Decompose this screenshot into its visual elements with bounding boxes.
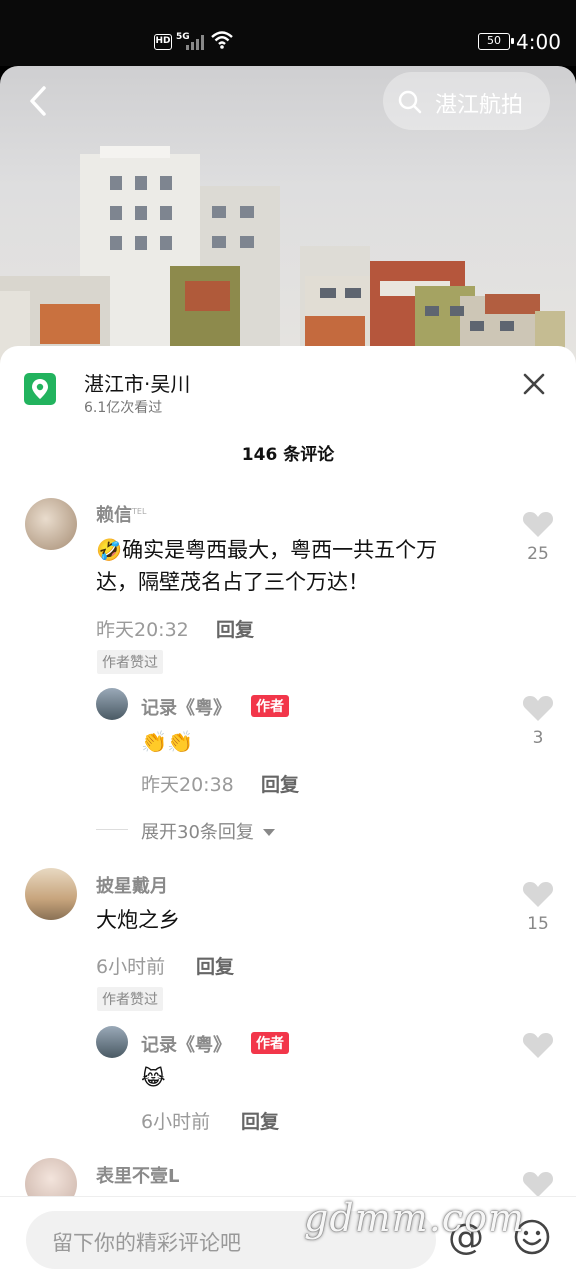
author-liked-badge: 作者赞过 — [97, 650, 163, 674]
author-liked-badge: 作者赞过 — [97, 987, 163, 1011]
reply-avatar[interactable] — [96, 688, 128, 720]
like-button[interactable]: 15 — [521, 880, 555, 934]
author-badge: 作者 — [251, 695, 289, 717]
like-button[interactable]: 25 — [521, 510, 555, 564]
username-superscript: TEL — [132, 507, 147, 516]
like-count: 25 — [527, 544, 549, 564]
comment-placeholder: 留下你的精彩评论吧 — [52, 1231, 241, 1255]
like-button[interactable] — [521, 1031, 555, 1063]
reply-username[interactable]: 记录《粤》 — [141, 694, 231, 720]
reply-time: 昨天20:38 — [141, 774, 234, 796]
like-count: 15 — [527, 914, 549, 934]
heart-icon — [522, 696, 554, 721]
comment-username[interactable]: 赖信TEL — [96, 501, 146, 527]
author-badge: 作者 — [251, 1032, 289, 1054]
comment-username[interactable]: 披星戴月 — [96, 872, 168, 898]
location-title[interactable]: 湛江市·吴川 — [84, 368, 190, 397]
expand-divider — [96, 829, 128, 830]
comments-sheet: 湛江市·吴川 6.1亿次看过 146 条评论 赖信TEL 🤣确实是粤西最大，粤西… — [0, 346, 576, 1280]
comment-text-line1: 确实是粤西最大，粤西一共五个万 — [122, 538, 438, 562]
signal-icon — [186, 34, 208, 50]
search-text: 湛江航拍 — [435, 93, 524, 118]
expand-replies-label: 展开30条回复 — [141, 822, 254, 843]
reply-button[interactable]: 回复 — [261, 770, 299, 797]
back-button[interactable] — [22, 84, 56, 118]
expand-replies-button[interactable]: 展开30条回复 — [141, 818, 276, 844]
comment-username-text: 赖信 — [96, 505, 132, 526]
comment-text: 🤣确实是粤西最大，粤西一共五个万 达，隔壁茂名占了三个万达！ — [96, 534, 437, 598]
heart-icon — [522, 1172, 554, 1197]
reply-button[interactable]: 回复 — [241, 1107, 279, 1134]
status-bar: HD 5G 50 4:00 — [0, 0, 576, 66]
comment-time: 昨天20:32 — [96, 619, 189, 641]
avatar[interactable] — [25, 498, 77, 550]
comment-time: 6小时前 — [96, 956, 166, 978]
heart-icon — [522, 512, 554, 537]
like-count: 3 — [532, 728, 544, 748]
comment-text: 大炮之乡 — [96, 908, 180, 932]
reply-button[interactable]: 回复 — [196, 952, 234, 979]
avatar[interactable] — [25, 868, 77, 920]
search-button[interactable]: 湛江航拍 — [383, 72, 550, 130]
clock: 4:00 — [516, 30, 561, 54]
comment-text-line2: 达，隔壁茂名占了三个万达！ — [96, 570, 369, 594]
close-icon[interactable] — [520, 370, 548, 398]
heart-icon — [522, 882, 554, 907]
reply-text: 👏👏 — [141, 730, 194, 754]
reply-text: 😹 — [141, 1066, 166, 1090]
battery-icon: 50 — [478, 33, 514, 50]
heart-icon — [522, 1033, 554, 1058]
wifi-icon — [211, 31, 233, 49]
like-button[interactable]: 3 — [521, 694, 555, 748]
watermark: gdmm.com — [304, 1196, 525, 1240]
reply-username[interactable]: 记录《粤》 — [141, 1031, 231, 1057]
reply-avatar[interactable] — [96, 1026, 128, 1058]
chevron-down-icon — [262, 829, 275, 836]
comments-count: 146 条评论 — [241, 445, 335, 465]
reply-button[interactable]: 回复 — [216, 615, 254, 642]
reply-time: 6小时前 — [141, 1111, 211, 1133]
comment-username[interactable]: 表里不壹L — [96, 1162, 179, 1188]
location-pin-icon — [24, 373, 56, 405]
laughing-emoji-icon: 🤣 — [96, 538, 123, 562]
location-views: 6.1亿次看过 — [84, 400, 163, 416]
hd-indicator: HD — [154, 34, 172, 50]
search-icon — [398, 90, 422, 114]
